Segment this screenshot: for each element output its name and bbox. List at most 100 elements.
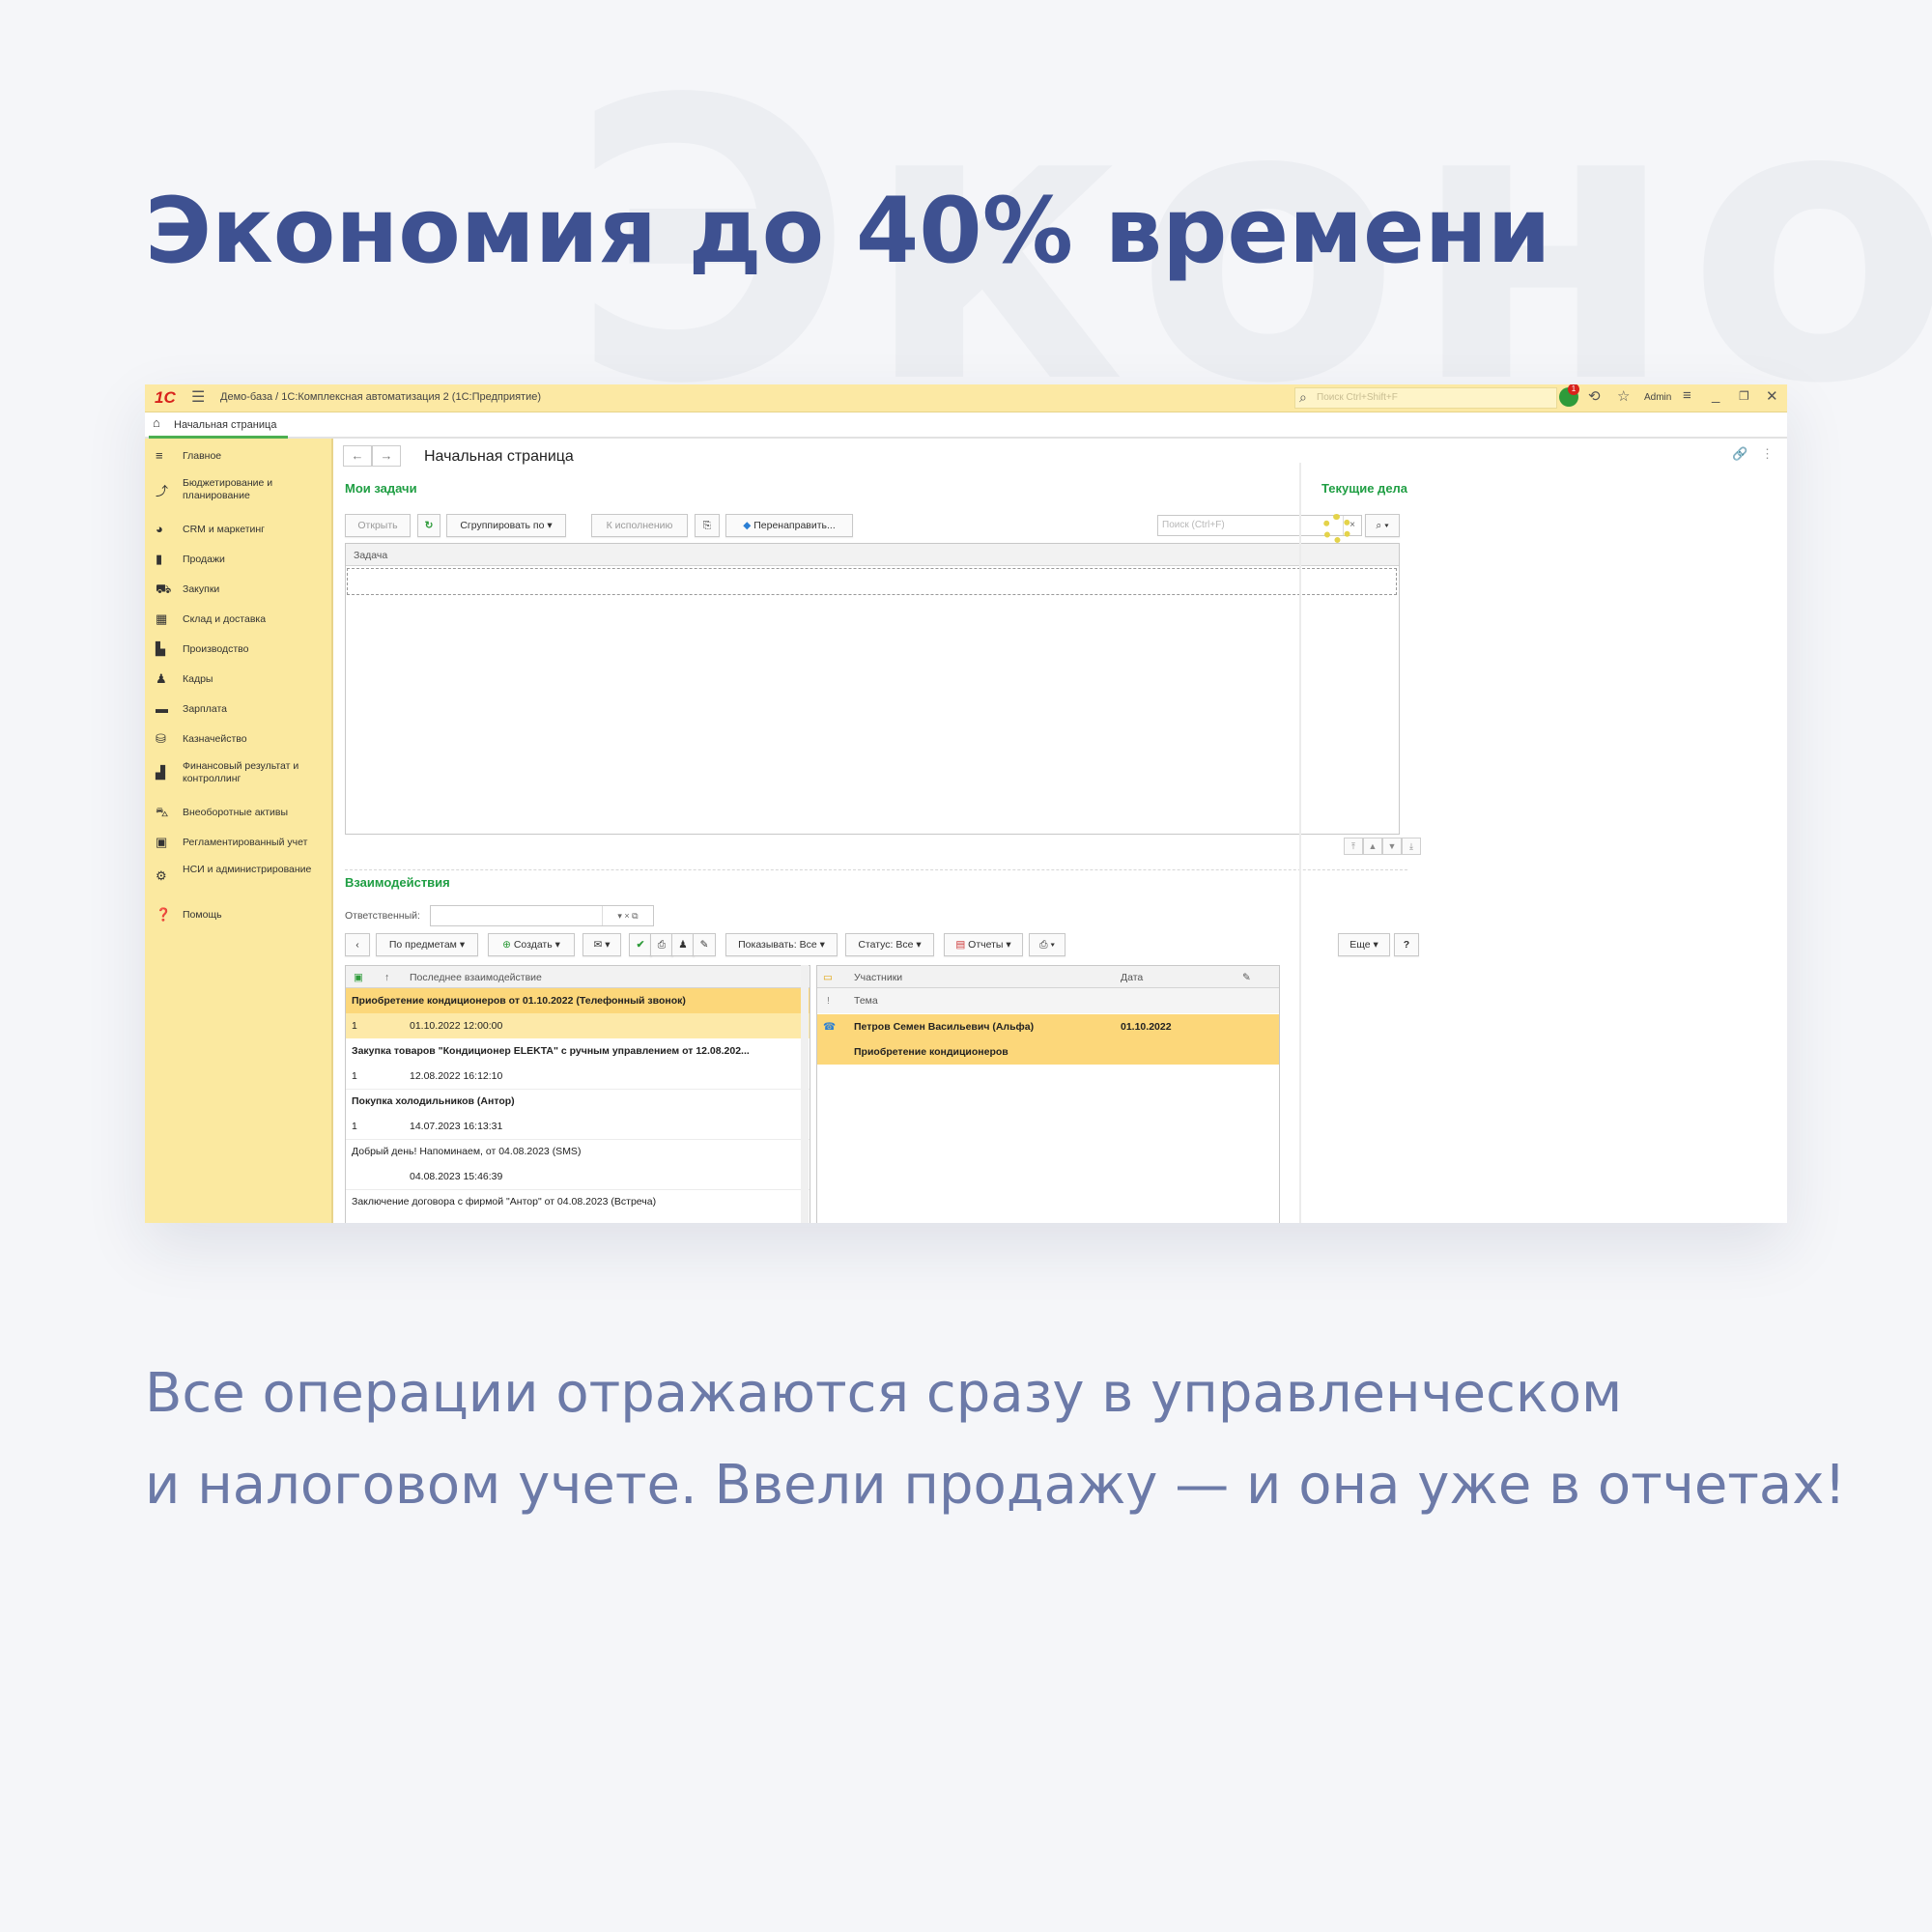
redirect-diamond-icon: ◆: [743, 520, 752, 531]
more-button[interactable]: Еще ▾: [1338, 933, 1390, 956]
participants-header: Участники: [854, 972, 903, 983]
print-options-button[interactable]: ⎙ ▾: [1029, 933, 1065, 956]
crm-icon: ◕: [156, 522, 163, 536]
interaction-detail-grid[interactable]: ▭ Участники Дата ✎ ! Тема ☎ Петров Семен…: [816, 965, 1280, 1223]
sidebar-item-label: Помощь: [183, 909, 222, 921]
person-icon[interactable]: ♟: [671, 933, 695, 956]
scroll-up-icon[interactable]: ▲: [1363, 838, 1382, 855]
history-icon[interactable]: ⟲: [1588, 387, 1601, 405]
table-row[interactable]: Покупка холодильников (Антор): [346, 1089, 810, 1114]
interactions-scrollbar[interactable]: [801, 965, 809, 1223]
sidebar-item-label: Закупки: [183, 583, 220, 595]
group-by-button[interactable]: Сгруппировать по ▾: [446, 514, 566, 537]
search-options-button[interactable]: ⌕ ▾: [1365, 514, 1400, 537]
interactions-grid[interactable]: ▣ ↑ Последнее взаимодействие Приобретени…: [345, 965, 810, 1223]
hamburger-icon[interactable]: ☰: [191, 387, 205, 407]
row-date: 14.07.2023 16:13:31: [410, 1121, 503, 1132]
description-line-2: и налоговом учете. Ввели продажу — и она…: [145, 1454, 1846, 1517]
title-bar: 1С ☰ Демо-база / 1С:Комплексная автомати…: [145, 384, 1787, 412]
sort-arrow-icon: ↑: [384, 972, 390, 983]
car-icon: ⛍: [156, 805, 169, 819]
user-name[interactable]: Admin: [1644, 392, 1671, 403]
row-title: Заключение договора с фирмой "Антор" от …: [352, 1196, 657, 1208]
refresh-icon[interactable]: ↻: [417, 514, 440, 537]
favorites-star-icon[interactable]: ☆: [1617, 387, 1630, 405]
notifications-bell-icon[interactable]: 1: [1559, 384, 1579, 407]
table-row[interactable]: 1 14.07.2023 16:13:31: [346, 1114, 810, 1139]
sidebar-item-label: Склад и доставка: [183, 613, 267, 625]
detail-participants: Петров Семен Васильевич (Альфа): [854, 1021, 1035, 1033]
document-icon[interactable]: ⎙: [650, 933, 673, 956]
home-icon: ⌂: [153, 415, 160, 430]
reports-button[interactable]: ▤ Отчеты ▾: [944, 933, 1023, 956]
scroll-down-icon[interactable]: ▼: [1382, 838, 1402, 855]
current-tasks-title: Текущие дела: [1321, 481, 1408, 496]
gear-icon: ⚙: [156, 868, 167, 883]
detail-topic: Приобретение кондиционеров: [854, 1046, 1009, 1058]
interactions-section-title: Взаимодействия: [345, 875, 450, 890]
table-row[interactable]: Заключение договора с фирмой "Антор" от …: [346, 1189, 810, 1214]
sidebar-item-label: Регламентированный учет: [183, 837, 308, 848]
by-subject-button[interactable]: По предметам ▾: [376, 933, 478, 956]
help-button[interactable]: ?: [1394, 933, 1419, 956]
global-search-input[interactable]: ⌕ Поиск Ctrl+Shift+F: [1294, 387, 1557, 409]
forward-button[interactable]: →: [372, 445, 401, 467]
edit-icon[interactable]: ✎: [693, 933, 716, 956]
notifications-count: 1: [1568, 384, 1579, 395]
sidebar: ≡ Главное ⤴ Бюджетирование и планирование …: [145, 439, 333, 1223]
bars-icon: ▟: [156, 765, 165, 780]
description-line-1: Все операции отражаются сразу в управлен…: [145, 1362, 1623, 1425]
description: Все операции отражаются сразу в управлен…: [145, 1348, 1846, 1531]
tasks-search-placeholder: Поиск (Ctrl+F): [1162, 520, 1225, 530]
more-vertical-icon[interactable]: ⋮: [1761, 446, 1774, 462]
close-icon[interactable]: ✕: [1766, 387, 1778, 405]
tasks-grid[interactable]: Задача: [345, 543, 1400, 835]
scroll-top-icon[interactable]: ⤒: [1344, 838, 1363, 855]
responsible-controls-icon[interactable]: ▾ × ⧉: [602, 906, 653, 925]
open-button[interactable]: Открыть: [345, 514, 411, 537]
headline: Экономия до 40% времени: [145, 179, 1551, 284]
row-title: Закупка товаров "Кондиционер ELEKTA" с р…: [352, 1045, 750, 1057]
tab-home-label: Начальная страница: [174, 419, 277, 431]
to-execute-button[interactable]: К исполнению: [591, 514, 688, 537]
export-icon[interactable]: ⎘: [695, 514, 720, 537]
scroll-bottom-icon[interactable]: ⤓: [1402, 838, 1421, 855]
help-icon: ❓: [156, 907, 172, 922]
print-icon: ⎙: [1039, 939, 1048, 951]
table-row[interactable]: 1 12.08.2022 16:12:10: [346, 1064, 810, 1089]
table-row[interactable]: 04.08.2023 15:46:39: [346, 1164, 810, 1189]
back-button[interactable]: ←: [343, 445, 372, 467]
group-by-label: Сгруппировать по: [460, 520, 545, 531]
check-icon[interactable]: ✔: [629, 933, 652, 956]
mail-options-button[interactable]: ✉ ▾: [582, 933, 621, 956]
responsible-label: Ответственный:: [345, 910, 420, 922]
show-filter-button[interactable]: Показывать: Все ▾: [725, 933, 838, 956]
table-row[interactable]: Закупка товаров "Кондиционер ELEKTA" с р…: [346, 1038, 810, 1064]
cart-icon: ⛟: [156, 582, 172, 596]
row-count: 1: [352, 1070, 357, 1082]
status-filter-button[interactable]: Статус: Все ▾: [845, 933, 934, 956]
chart-icon: ⤴: [156, 484, 169, 498]
minimize-icon[interactable]: _: [1712, 387, 1719, 404]
settings-list-icon[interactable]: ≡: [1683, 387, 1691, 404]
calendar-icon: ▣: [354, 972, 363, 983]
detail-row[interactable]: ☎ Петров Семен Васильевич (Альфа) 01.10.…: [817, 1014, 1279, 1039]
bag-icon: ▮: [156, 552, 163, 566]
app-window: 1С ☰ Демо-база / 1С:Комплексная автомати…: [145, 384, 1787, 1223]
row-count: 1: [352, 1121, 357, 1132]
tab-home[interactable]: ⌂ Начальная страница: [149, 412, 288, 439]
task-empty-row[interactable]: [347, 568, 1397, 595]
redirect-button[interactable]: ◆ Перенаправить...: [725, 514, 853, 537]
detail-topic-row[interactable]: Приобретение кондиционеров: [817, 1039, 1279, 1065]
responsible-input[interactable]: ▾ × ⧉: [430, 905, 654, 926]
table-row[interactable]: Добрый день! Напоминаем, от 04.08.2023 (…: [346, 1139, 810, 1164]
link-icon[interactable]: 🔗: [1732, 446, 1747, 462]
create-button[interactable]: ⊕ Создать ▾: [488, 933, 575, 956]
topic-header: Тема: [854, 995, 878, 1007]
table-row[interactable]: Приобретение кондиционеров от 01.10.2022…: [346, 988, 810, 1013]
collapse-button[interactable]: ‹: [345, 933, 370, 956]
sidebar-item-label: Производство: [183, 643, 249, 655]
restore-icon[interactable]: ❐: [1739, 389, 1749, 403]
search-icon: ⌕: [1299, 389, 1307, 405]
table-row[interactable]: 1 01.10.2022 12:00:00: [346, 1013, 810, 1038]
